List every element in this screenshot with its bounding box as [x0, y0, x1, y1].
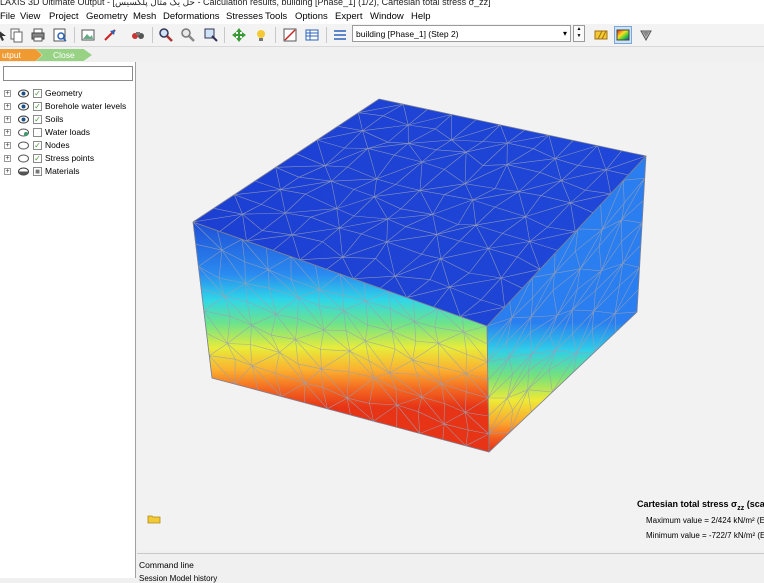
circle-icon[interactable] [18, 154, 29, 163]
stress-contour-model[interactable] [137, 62, 764, 550]
explorer-filter-input[interactable] [3, 66, 133, 81]
checkbox-checked-icon[interactable]: ✓ [33, 89, 42, 98]
expand-icon[interactable]: + [4, 90, 11, 97]
title-bar: LAXIS 3D Ultimate Output - [حل یک مثال پ… [0, 0, 764, 10]
image-icon[interactable] [80, 27, 96, 43]
menu-window[interactable]: Window [370, 11, 404, 22]
menu-tools[interactable]: Tools [265, 11, 287, 22]
phase-selector-value: building [Phase_1] (Step 2) [356, 29, 459, 39]
tree-item-label: Soils [45, 114, 64, 124]
checkbox-checked-icon[interactable]: ✓ [33, 141, 42, 150]
checkbox-checked-icon[interactable]: ✓ [33, 115, 42, 124]
menu-file[interactable]: File [0, 11, 15, 22]
tab-output[interactable]: utput [0, 49, 42, 61]
toolbar: building [Phase_1] (Step 2) ▾ ▲ ▼ [0, 24, 764, 47]
tree-item-label: Nodes [45, 140, 70, 150]
explorer-tabs: utput Close [0, 48, 136, 62]
tab-close[interactable]: Close [36, 49, 92, 61]
command-line-tabs[interactable]: Session Model history [139, 574, 217, 583]
expand-icon[interactable]: + [4, 129, 11, 136]
pan-icon[interactable] [231, 27, 247, 43]
zoom-window-icon[interactable] [203, 27, 219, 43]
expand-icon[interactable]: + [4, 103, 11, 110]
expand-icon[interactable]: + [4, 116, 11, 123]
menu-mesh[interactable]: Mesh [133, 11, 156, 22]
checkbox-partial-icon[interactable]: ■ [33, 167, 42, 176]
print-icon[interactable] [30, 27, 46, 43]
tab-close-label: Close [53, 50, 75, 60]
toolbar-separator [152, 27, 153, 43]
half-eye-icon[interactable] [18, 167, 29, 176]
eye-outline-icon[interactable] [18, 128, 29, 137]
tree-item-label: Materials [45, 166, 80, 176]
tree-item-label: Geometry [45, 88, 83, 98]
eye-icon[interactable] [18, 102, 29, 111]
legend-title: Cartesian total stress σzz (scal [637, 499, 764, 512]
zoom-in-icon[interactable] [158, 27, 174, 43]
expand-icon[interactable]: + [4, 155, 11, 162]
arrows-icon[interactable] [638, 27, 654, 43]
copy-icon[interactable] [8, 27, 24, 43]
tree-item-label: Water loads [45, 127, 91, 137]
folder-icon[interactable] [147, 514, 161, 524]
menu-stresses[interactable]: Stresses [226, 11, 263, 22]
tree-item-label: Borehole water levels [45, 101, 127, 111]
window-title: LAXIS 3D Ultimate Output - [حل یک مثال پ… [0, 0, 491, 7]
menu-view[interactable]: View [20, 11, 40, 22]
menu-deformations[interactable]: Deformations [163, 11, 220, 22]
model-explorer: + ✓ Geometry + ✓ Borehole water levels +… [0, 62, 136, 578]
tab-output-label: utput [2, 50, 21, 60]
menu-expert[interactable]: Expert [335, 11, 362, 22]
spin-down-icon[interactable]: ▼ [574, 33, 584, 40]
print-preview-icon[interactable] [52, 27, 68, 43]
list-icon[interactable] [332, 27, 348, 43]
toolbar-separator [74, 27, 75, 43]
menu-project[interactable]: Project [49, 11, 79, 22]
legend-max-value: Maximum value = 2/424 kN/m² (El [646, 516, 764, 525]
toolbar-separator [224, 27, 225, 43]
camera-icon[interactable] [130, 27, 146, 43]
toolbar-separator [326, 27, 327, 43]
legend-title-main: Cartesian total stress σ [637, 499, 738, 509]
legend-title-tail: (scal [746, 499, 764, 509]
checkbox-checked-icon[interactable]: ✓ [33, 154, 42, 163]
eye-icon[interactable] [18, 115, 29, 124]
menu-options[interactable]: Options [295, 11, 328, 22]
phase-spinner[interactable]: ▲ ▼ [573, 25, 585, 42]
checkbox-checked-icon[interactable]: ✓ [33, 102, 42, 111]
command-line-label: Command line [139, 560, 194, 570]
eye-icon[interactable] [18, 89, 29, 98]
circle-icon[interactable] [18, 141, 29, 150]
rotate-light-icon[interactable] [253, 27, 269, 43]
zoom-out-icon[interactable] [180, 27, 196, 43]
scale-arrow-icon[interactable] [102, 27, 118, 43]
shadings-icon[interactable] [593, 27, 609, 43]
model-viewport[interactable] [137, 62, 764, 550]
menu-help[interactable]: Help [411, 11, 431, 22]
expand-icon[interactable]: + [4, 168, 11, 175]
menu-geometry[interactable]: Geometry [86, 11, 128, 22]
tree-item-label: Stress points [45, 153, 95, 163]
phase-selector[interactable]: building [Phase_1] (Step 2) ▾ [352, 25, 571, 42]
table-icon[interactable] [304, 27, 320, 43]
contour-shading-icon[interactable] [614, 26, 632, 44]
expand-icon[interactable]: + [4, 142, 11, 149]
command-line-panel: Command line Session Model history [137, 553, 764, 583]
spin-up-icon[interactable]: ▲ [574, 26, 584, 33]
cross-section-icon[interactable] [282, 27, 298, 43]
toolbar-separator [275, 27, 276, 43]
chevron-down-icon: ▾ [562, 29, 567, 38]
legend-min-value: Minimum value = -722/7 kN/m² (El [646, 531, 764, 540]
checkbox-unchecked-icon[interactable] [33, 128, 42, 137]
menu-bar: File View Project Geometry Mesh Deformat… [0, 10, 764, 24]
